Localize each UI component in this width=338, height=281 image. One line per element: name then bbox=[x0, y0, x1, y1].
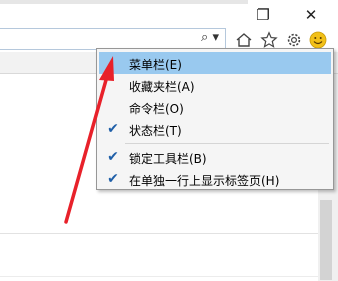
menu-item-command-bar[interactable]: 命令栏(O) bbox=[99, 96, 331, 118]
close-window-button[interactable]: ✕ bbox=[296, 2, 326, 28]
menu-item-favorites-bar[interactable]: 收藏夹栏(A) bbox=[99, 74, 331, 96]
address-bar[interactable]: ⌕ ▾ bbox=[0, 28, 226, 50]
favorites-star-icon[interactable] bbox=[259, 30, 279, 50]
scrollbar-thumb[interactable] bbox=[320, 200, 332, 280]
checkmark-icon: ✔ bbox=[107, 171, 119, 187]
feedback-smiley-icon[interactable] bbox=[308, 30, 328, 50]
divider bbox=[0, 233, 318, 234]
title-bar bbox=[0, 0, 338, 30]
menu-item-label: 锁定工具栏(B) bbox=[129, 152, 207, 166]
menu-item-label: 命令栏(O) bbox=[129, 102, 184, 116]
toolbar-context-menu: 菜单栏(E) 收藏夹栏(A) 命令栏(O) ✔ 状态栏(T) ✔ 锁定工具栏(B… bbox=[96, 48, 334, 190]
search-dropdown-icon[interactable]: ⌕ ▾ bbox=[201, 30, 219, 45]
tab-strip-edge bbox=[0, 0, 248, 4]
menu-item-menu-bar[interactable]: 菜单栏(E) bbox=[99, 52, 331, 74]
menu-item-label: 状态栏(T) bbox=[129, 124, 182, 138]
checkmark-icon: ✔ bbox=[107, 149, 119, 165]
menu-item-status-bar[interactable]: ✔ 状态栏(T) bbox=[99, 118, 331, 140]
checkmark-icon: ✔ bbox=[107, 121, 119, 137]
divider bbox=[0, 276, 318, 277]
menu-item-label: 在单独一行上显示标签页(H) bbox=[129, 174, 280, 188]
settings-gear-icon[interactable] bbox=[284, 30, 304, 50]
menu-item-tabs-on-separate-row[interactable]: ✔ 在单独一行上显示标签页(H) bbox=[99, 168, 331, 190]
home-icon[interactable] bbox=[234, 30, 254, 50]
menu-separator bbox=[125, 143, 329, 144]
menu-item-lock-toolbars[interactable]: ✔ 锁定工具栏(B) bbox=[99, 146, 331, 168]
menu-item-label: 菜单栏(E) bbox=[129, 58, 182, 72]
restore-window-button[interactable]: ❐ bbox=[248, 2, 278, 28]
menu-item-label: 收藏夹栏(A) bbox=[129, 80, 195, 94]
